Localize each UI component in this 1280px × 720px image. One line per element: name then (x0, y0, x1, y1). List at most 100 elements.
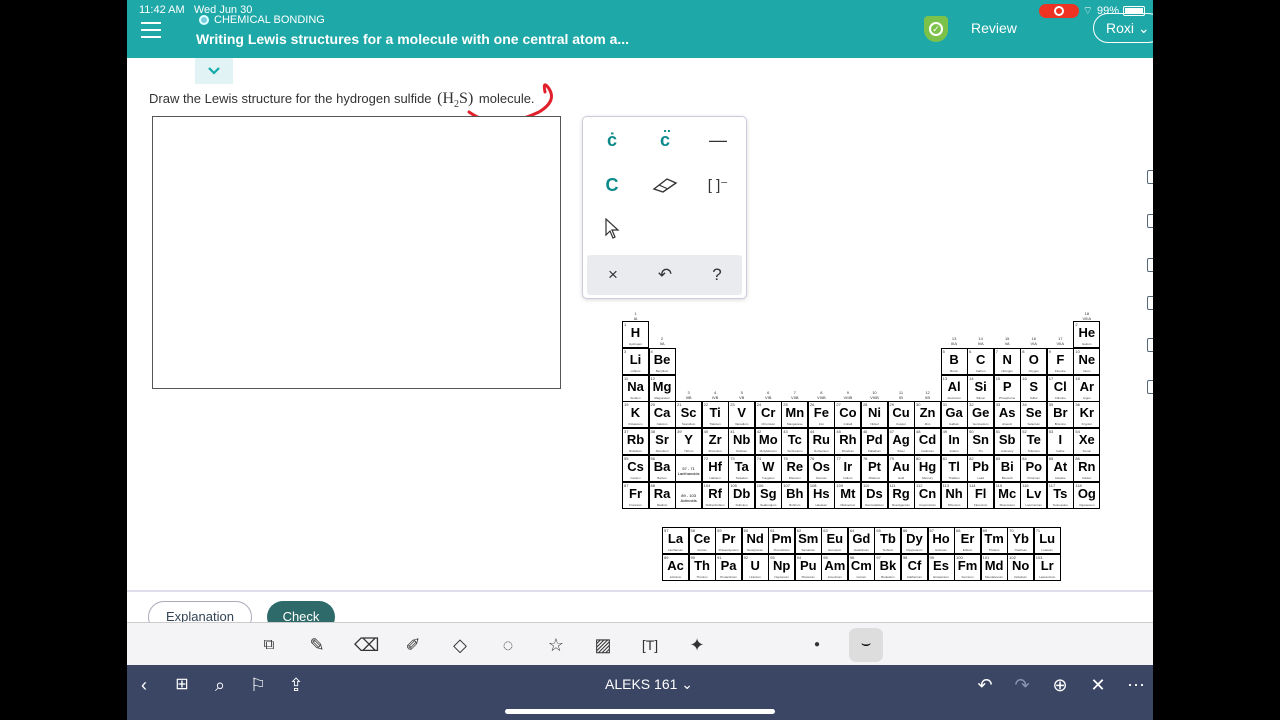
element-tc[interactable]: 43 Tc Technetium (781, 428, 809, 456)
side-tool-icon[interactable] (1147, 214, 1153, 228)
bracket-charge-tool[interactable]: [ ]⁻ (698, 170, 738, 200)
element-pd[interactable]: 46 Pd Palladium (860, 428, 888, 456)
element-cl[interactable]: 17 Cl Chlorine (1046, 374, 1074, 402)
side-tool-icon[interactable] (1147, 380, 1153, 394)
document-title[interactable]: ALEKS 161 ⌄ (605, 676, 693, 693)
element-mc[interactable]: 115 Mc Moscovium (993, 481, 1021, 509)
element-ni[interactable]: 28 Ni Nickel (860, 401, 888, 429)
element-hg[interactable]: 80 Hg Mercury (914, 455, 942, 482)
element-ds[interactable]: 110 Ds Darmstadtium (860, 481, 888, 509)
element-sr[interactable]: 38 Sr Strontium (648, 428, 676, 456)
element-sb[interactable]: 51 Sb Antimony (993, 428, 1021, 456)
element-cf[interactable]: 98 Cf Californium (900, 553, 928, 581)
element-nb[interactable]: 41 Nb Niobium (728, 428, 756, 456)
element-gd[interactable]: 64 Gd Gadolinium (847, 527, 875, 554)
element-ti[interactable]: 22 Ti Titanium (701, 401, 729, 429)
element-ta[interactable]: 73 Ta Tantalum (728, 455, 756, 482)
close-pen-icon[interactable]: ✕ (1086, 675, 1110, 695)
highlighter-icon[interactable]: ✐ (401, 633, 425, 657)
element-sn[interactable]: 50 Sn Tin (967, 428, 995, 456)
element-nh[interactable]: 113 Nh Nihonium (940, 481, 968, 509)
element-pb[interactable]: 82 Pb Lead (967, 455, 995, 482)
laser-pointer-icon[interactable]: ✦ (685, 633, 709, 657)
search-icon[interactable]: ⌕ (208, 675, 232, 695)
element-ac[interactable]: 89 Ac Actinium (662, 553, 689, 581)
side-tool-icon[interactable] (1147, 170, 1153, 184)
element-lr[interactable]: 103 Lr Lawrencium (1033, 553, 1061, 581)
undo-icon[interactable]: ↶ (973, 675, 997, 695)
element-si[interactable]: 14 Si Silicon (967, 374, 995, 402)
screen-recording-icon[interactable] (1038, 4, 1079, 18)
element-pt[interactable]: 78 Pt Platinum (860, 455, 888, 482)
element-sc[interactable]: 21 Sc Scandium (675, 401, 703, 429)
shapes-icon[interactable]: ◇ (448, 633, 472, 657)
element-rh[interactable]: 45 Rh Rhodium (834, 428, 862, 456)
eraser-icon[interactable]: ⌫ (354, 633, 379, 657)
element-w[interactable]: 74 W Tungsten (754, 455, 782, 482)
element-dy[interactable]: 66 Dy Dysprosium (900, 527, 928, 554)
element-p[interactable]: 15 P Phosphorus (993, 374, 1021, 402)
bond-tool[interactable]: — (698, 125, 738, 155)
element-cd[interactable]: 48 Cd Cadmium (914, 428, 942, 456)
element-zn[interactable]: 30 Zn Zinc (914, 401, 942, 429)
side-tool-icon[interactable] (1147, 296, 1153, 310)
element-ra[interactable]: 88 Ra Radium (648, 481, 676, 509)
element-md[interactable]: 101 Md Mendelevium (980, 553, 1008, 581)
element-pm[interactable]: 61 Pm Promethium (768, 527, 796, 554)
element-hs[interactable]: 108 Hs Hassium (807, 481, 835, 509)
element-rf[interactable]: 104 Rf Rutherfordium (701, 481, 729, 509)
side-tool-icon[interactable] (1147, 338, 1153, 352)
lasso-shapes-icon[interactable]: ⧉ (257, 633, 281, 657)
text-box-icon[interactable]: [T] (638, 633, 662, 657)
element-og[interactable]: 118 Og Oganesson (1073, 481, 1101, 509)
element-cr[interactable]: 24 Cr Chromium (754, 401, 782, 429)
element-po[interactable]: 84 Po Polonium (1020, 455, 1048, 482)
element-db[interactable]: 105 Db Dubnium (728, 481, 756, 509)
element-na[interactable]: 11 Na Sodium (622, 374, 649, 402)
eraser-tool[interactable] (645, 170, 685, 200)
element-at[interactable]: 85 At Astatine (1046, 455, 1074, 482)
element-fr[interactable]: 87 Fr Francium (622, 481, 649, 509)
electron-pair-tool[interactable]: c̈ (645, 125, 685, 155)
more-icon[interactable]: ⋯ (1124, 675, 1148, 695)
element-ag[interactable]: 47 Ag Silver (887, 428, 915, 456)
pen-size-dot-icon[interactable]: ● (805, 633, 829, 657)
element-am[interactable]: 95 Am Americium (821, 553, 849, 581)
element-as[interactable]: 33 As Arsenic (993, 401, 1021, 429)
sticker-icon[interactable]: ☆ (544, 633, 568, 657)
element-br[interactable]: 35 Br Bromine (1046, 401, 1074, 429)
share-icon[interactable]: ⇪ (284, 675, 308, 695)
collapse-header-button[interactable] (195, 58, 233, 84)
bookmark-icon[interactable]: ⚐ (246, 675, 270, 695)
review-link[interactable]: Review (971, 20, 1017, 36)
element-mg[interactable]: 12 Mg Magnesium (648, 374, 676, 402)
single-electron-tool[interactable]: ċ (592, 125, 632, 155)
element-no[interactable]: 102 No Nobelium (1007, 553, 1035, 581)
redo-icon[interactable]: ↷ (1010, 675, 1034, 695)
element-rn[interactable]: 86 Rn Radon (1073, 455, 1101, 482)
element-ce[interactable]: 58 Ce Cerium (688, 527, 716, 554)
element-ts[interactable]: 117 Ts Tennessine (1046, 481, 1074, 509)
element-xe[interactable]: 54 Xe Xenon (1073, 428, 1101, 456)
lasso-icon[interactable]: ◌ (496, 633, 520, 657)
element-fe[interactable]: 26 Fe Iron (807, 401, 835, 429)
element-v[interactable]: 23 V Vanadium (728, 401, 756, 429)
element-lv[interactable]: 116 Lv Livermorium (1020, 481, 1048, 509)
element-sg[interactable]: 106 Sg Seaborgium (754, 481, 782, 509)
element-bk[interactable]: 97 Bk Berkelium (874, 553, 902, 581)
element-i[interactable]: 53 I Iodine (1046, 428, 1074, 456)
element-ru[interactable]: 44 Ru Ruthenium (807, 428, 835, 456)
element-tm[interactable]: 69 Tm Thulium (980, 527, 1008, 554)
element-s[interactable]: 16 S Sulfur (1020, 374, 1048, 402)
element-lu[interactable]: 71 Lu Lutetium (1033, 527, 1061, 554)
element-yb[interactable]: 70 Yb Ytterbium (1007, 527, 1035, 554)
back-icon[interactable]: ‹ (132, 675, 156, 695)
atom-tool[interactable]: C (592, 170, 632, 200)
element-ba[interactable]: 56 Ba Barium (648, 455, 676, 482)
element-os[interactable]: 76 Os Osmium (807, 455, 835, 482)
element-cu[interactable]: 29 Cu Copper (887, 401, 915, 429)
element-te[interactable]: 52 Te Tellurium (1020, 428, 1048, 456)
element-y[interactable]: 39 Y Yttrium (675, 428, 703, 456)
element-h[interactable]: 1 H Hydrogen (622, 321, 649, 348)
element-he[interactable]: 2 He Helium (1073, 321, 1101, 348)
